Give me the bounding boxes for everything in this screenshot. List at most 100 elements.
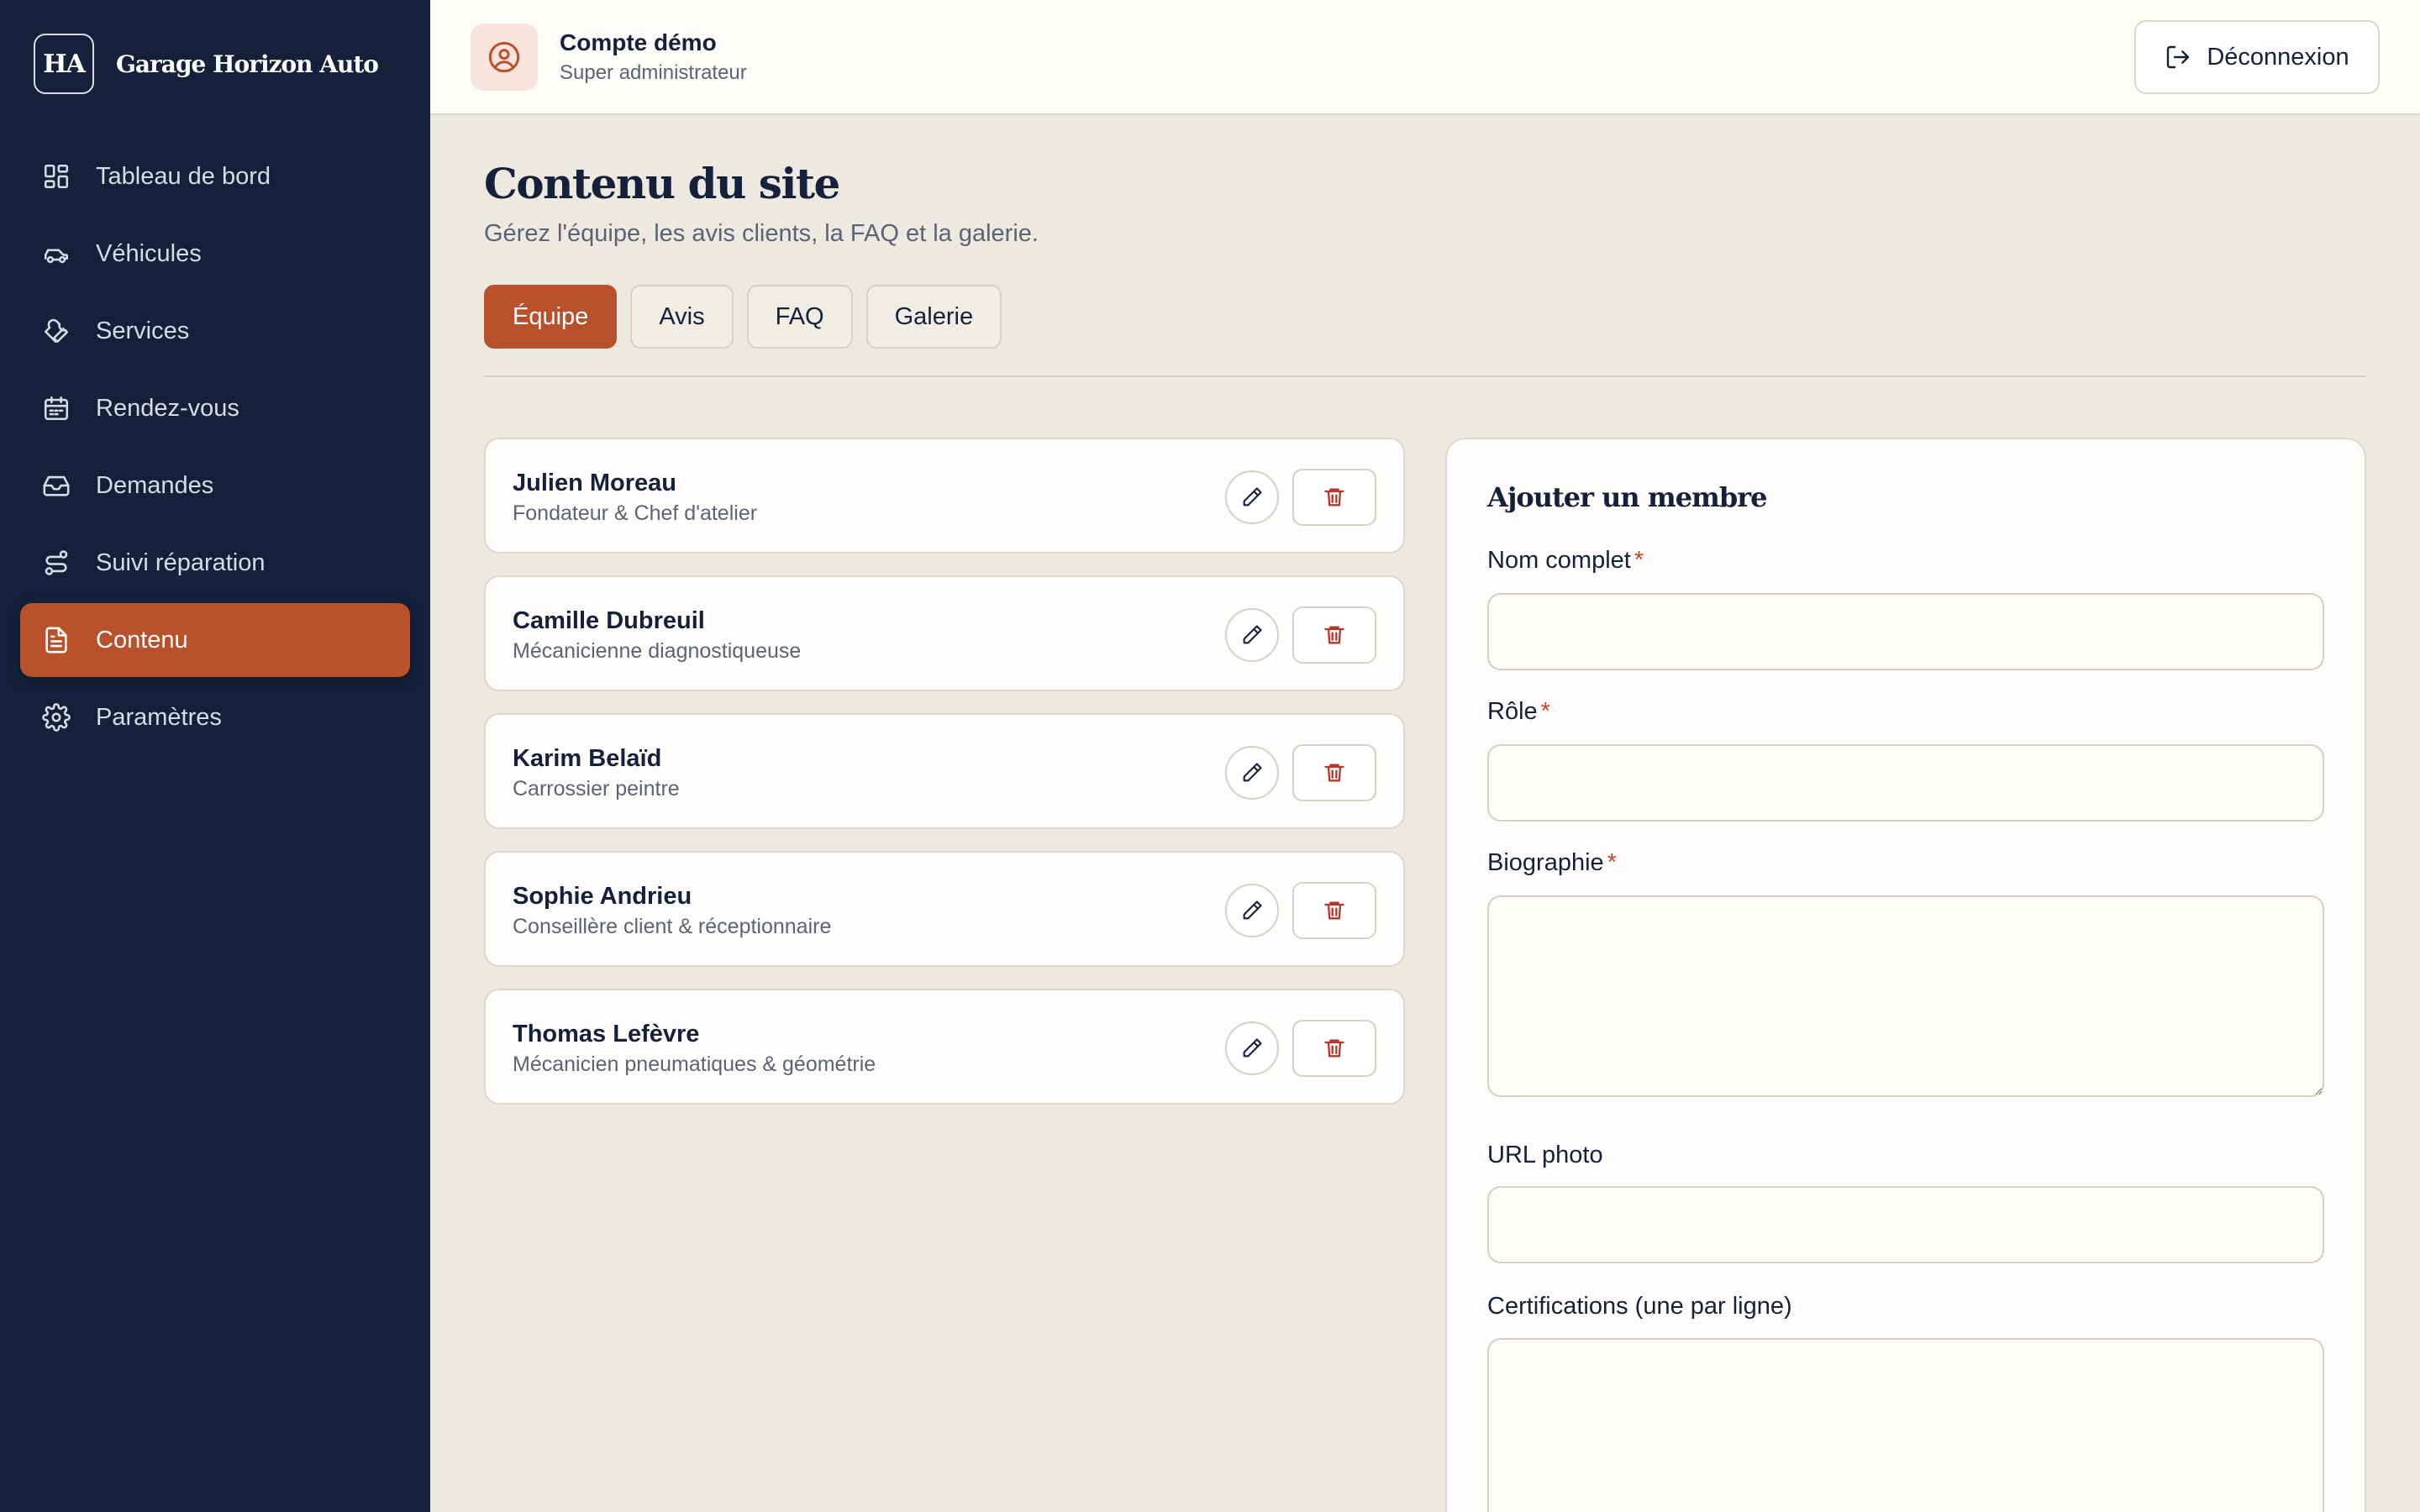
brand[interactable]: HA Garage Horizon Auto xyxy=(34,34,379,94)
trash-icon xyxy=(1324,764,1344,782)
member-role: Mécanicienne diagnostiqueuse xyxy=(513,639,802,663)
member-role: Conseillère client & réceptionnaire xyxy=(513,915,832,938)
trash-icon xyxy=(1324,488,1344,507)
delete-button[interactable] xyxy=(1292,606,1376,664)
sidebar-item-dashboard[interactable]: Tableau de bord xyxy=(20,139,410,213)
sidebar-item-content[interactable]: Contenu xyxy=(20,603,410,677)
brand-logo: HA xyxy=(34,34,94,94)
member-role: Carrossier peintre xyxy=(513,777,680,801)
tabs-divider xyxy=(484,375,2366,377)
photo-url-label: URL photo xyxy=(1487,1142,1603,1169)
logout-button[interactable]: Déconnexion xyxy=(2134,20,2380,94)
sidebar-nav: Tableau de bord Véhicules Services Rende… xyxy=(20,139,410,758)
delete-button[interactable] xyxy=(1292,469,1376,526)
full-name-field[interactable] xyxy=(1487,593,2324,670)
bio-label: Biographie * xyxy=(1487,849,1617,877)
sidebar-item-label: Contenu xyxy=(96,626,188,654)
member-name: Karim Belaïd xyxy=(513,745,662,772)
list-item: Julien Moreau Fondateur & Chef d'atelier xyxy=(484,438,1405,554)
full-name-label-text: Nom complet xyxy=(1487,547,1631,574)
sidebar-item-settings[interactable]: Paramètres xyxy=(20,680,410,754)
certifications-textarea[interactable] xyxy=(1487,1338,2324,1512)
avatar xyxy=(471,24,538,91)
edit-button[interactable] xyxy=(1225,470,1279,524)
sidebar-item-label: Suivi réparation xyxy=(96,549,266,576)
sidebar-item-vehicles[interactable]: Véhicules xyxy=(20,217,410,291)
tab-reviews[interactable]: Avis xyxy=(630,285,734,349)
pencil-icon xyxy=(1243,625,1262,644)
trash-icon xyxy=(1324,901,1344,920)
role-label: Rôle * xyxy=(1487,698,1550,726)
member-name: Camille Dubreuil xyxy=(513,607,705,634)
sidebar-item-label: Véhicules xyxy=(96,239,202,267)
member-role: Fondateur & Chef d'atelier xyxy=(513,501,758,525)
required-mark: * xyxy=(1634,547,1644,574)
required-mark: * xyxy=(1607,849,1617,876)
car-icon xyxy=(42,239,71,268)
list-item: Camille Dubreuil Mécanicienne diagnostiq… xyxy=(484,575,1405,691)
list-item: Thomas Lefèvre Mécanicien pneumatiques &… xyxy=(484,989,1405,1105)
tab-team[interactable]: Équipe xyxy=(484,285,618,349)
full-name-label: Nom complet * xyxy=(1487,547,1644,575)
calendar-icon xyxy=(42,394,71,423)
content-tabs: Équipe Avis FAQ Galerie xyxy=(484,285,2366,349)
edit-button[interactable] xyxy=(1225,608,1279,662)
tab-gallery[interactable]: Galerie xyxy=(865,285,1002,349)
route-icon xyxy=(42,549,71,577)
logout-icon xyxy=(2167,45,2190,69)
delete-button[interactable] xyxy=(1292,882,1376,939)
page-title: Contenu du site xyxy=(484,159,840,208)
account-role: Super administrateur xyxy=(560,61,747,84)
logout-label: Déconnexion xyxy=(2207,43,2349,71)
edit-button[interactable] xyxy=(1225,1021,1279,1075)
brand-name: Garage Horizon Auto xyxy=(116,50,379,78)
list-item: Sophie Andrieu Conseillère client & réce… xyxy=(484,851,1405,967)
document-icon xyxy=(42,626,71,654)
sidebar-item-label: Demandes xyxy=(96,471,214,499)
delete-button[interactable] xyxy=(1292,1020,1376,1077)
sidebar-item-label: Paramètres xyxy=(96,703,222,731)
bio-textarea[interactable] xyxy=(1487,895,2324,1097)
sidebar-item-services[interactable]: Services xyxy=(20,294,410,368)
delete-button[interactable] xyxy=(1292,744,1376,801)
role-field[interactable] xyxy=(1487,744,2324,822)
photo-url-label-text: URL photo xyxy=(1487,1142,1603,1168)
main-content: Contenu du site Gérez l'équipe, les avis… xyxy=(484,115,2366,1512)
top-header: Compte démo Super administrateur Déconne… xyxy=(430,0,2420,115)
user-circle-icon xyxy=(488,41,520,73)
required-mark: * xyxy=(1540,698,1550,725)
form-title: Ajouter un membre xyxy=(1487,481,1767,513)
photo-url-field[interactable] xyxy=(1487,1186,2324,1263)
member-name: Thomas Lefèvre xyxy=(513,1021,700,1047)
pencil-icon xyxy=(1243,900,1262,920)
list-item: Karim Belaïd Carrossier peintre xyxy=(484,713,1405,829)
edit-button[interactable] xyxy=(1225,884,1279,937)
member-role: Mécanicien pneumatiques & géométrie xyxy=(513,1053,876,1076)
bio-label-text: Biographie xyxy=(1487,849,1604,876)
sidebar-item-repair-tracking[interactable]: Suivi réparation xyxy=(20,526,410,600)
certifications-label: Certifications (une par ligne) xyxy=(1487,1293,1792,1320)
inbox-icon xyxy=(42,471,71,500)
sidebar-item-requests[interactable]: Demandes xyxy=(20,449,410,522)
trash-icon xyxy=(1324,1039,1344,1058)
team-member-list: Julien Moreau Fondateur & Chef d'atelier… xyxy=(484,438,1405,1126)
sidebar-item-label: Rendez-vous xyxy=(96,394,239,422)
pencil-icon xyxy=(1243,763,1262,782)
member-name: Sophie Andrieu xyxy=(513,883,692,910)
tab-faq[interactable]: FAQ xyxy=(746,285,853,349)
trash-icon xyxy=(1324,626,1344,644)
sidebar-item-label: Tableau de bord xyxy=(96,162,271,190)
account-name: Compte démo xyxy=(560,29,717,55)
gear-icon xyxy=(42,703,71,732)
page-subtitle: Gérez l'équipe, les avis clients, la FAQ… xyxy=(484,220,1039,247)
add-member-form: Ajouter un membre Nom complet * Rôle * Bio… xyxy=(1445,438,2366,1512)
role-label-text: Rôle xyxy=(1487,698,1538,725)
edit-button[interactable] xyxy=(1225,746,1279,800)
sidebar-item-label: Services xyxy=(96,317,190,344)
sidebar-item-appointments[interactable]: Rendez-vous xyxy=(20,371,410,445)
wrench-icon xyxy=(42,317,71,345)
certifications-label-text: Certifications (une par ligne) xyxy=(1487,1293,1792,1320)
member-name: Julien Moreau xyxy=(513,470,676,496)
pencil-icon xyxy=(1243,1038,1262,1058)
dashboard-grid-icon xyxy=(42,162,71,191)
